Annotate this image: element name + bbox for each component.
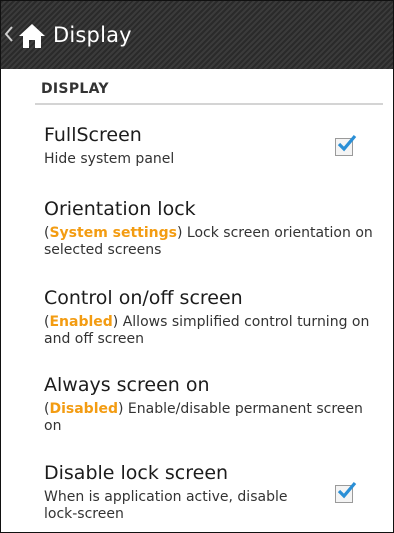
checkmark-icon [337,481,357,499]
status-label: Enabled [49,314,113,330]
setting-disable-lock-screen[interactable]: Disable lock screen When is application … [44,461,374,523]
fullscreen-checkbox[interactable] [335,134,357,156]
setting-title: Disable lock screen [44,462,229,484]
setting-always-screen-on[interactable]: Always screen on (Disabled) Enable/disab… [44,373,374,435]
status-label: Disabled [49,401,119,417]
setting-fullscreen[interactable]: FullScreen Hide system panel [44,123,374,168]
checkmark-icon [337,134,357,152]
section-header: DISPLAY [41,81,109,97]
action-bar: Display [1,1,393,69]
setting-title: FullScreen [44,124,142,146]
setting-summary: When is application active, disable lock… [44,489,288,522]
home-icon[interactable] [17,22,47,50]
setting-title: Control on/off screen [44,287,243,309]
setting-title: Always screen on [44,374,210,396]
disable-lock-screen-checkbox[interactable] [335,481,357,503]
setting-control-onoff[interactable]: Control on/off screen (Enabled) Allows s… [44,286,374,348]
setting-orientation-lock[interactable]: Orientation lock (System settings) Lock … [44,197,374,259]
status-label: System settings [49,225,177,241]
section-divider [35,103,383,105]
settings-screen: Display DISPLAY FullScreen Hide system p… [0,0,394,533]
page-title: Display [53,23,132,47]
setting-title: Orientation lock [44,198,196,220]
setting-summary: (Enabled) Allows simplified control turn… [44,314,370,347]
setting-summary: (System settings) Lock screen orientatio… [44,225,373,258]
setting-summary: (Disabled) Enable/disable permanent scre… [44,401,363,434]
setting-summary: Hide system panel [44,151,175,167]
back-chevron-icon[interactable] [3,24,15,44]
